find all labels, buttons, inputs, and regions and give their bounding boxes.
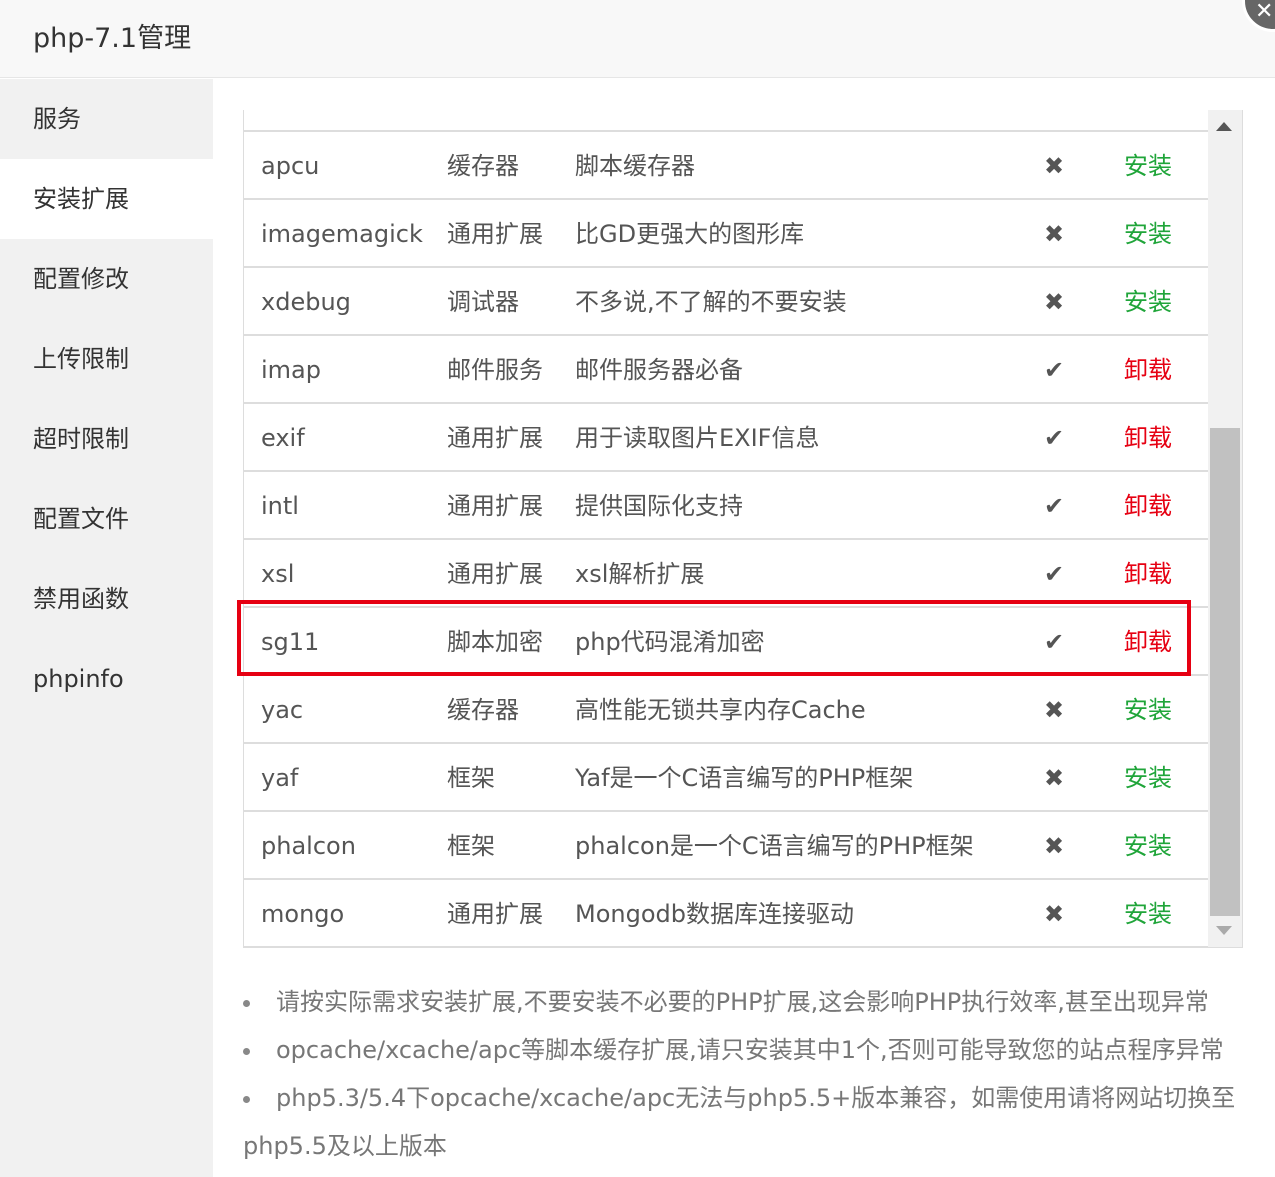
sidebar-item-upload-limit[interactable]: 上传限制	[0, 319, 213, 399]
not-installed-icon: ✖	[1044, 288, 1065, 316]
table-row: yac 缓存器 高性能无锁共享内存Cache ✖ 安装	[244, 676, 1208, 744]
install-button[interactable]: 安装	[1124, 268, 1172, 336]
table-row-highlighted: sg11 脚本加密 php代码混淆加密 ✔ 卸载	[244, 608, 1208, 676]
uninstall-button[interactable]: 卸载	[1124, 404, 1172, 472]
uninstall-button[interactable]: 卸载	[1124, 540, 1172, 608]
sidebar-item-config-file[interactable]: 配置文件	[0, 479, 213, 559]
install-button[interactable]: 安装	[1124, 200, 1172, 268]
not-installed-icon: ✖	[1044, 696, 1065, 724]
ext-name: yaf	[261, 764, 299, 792]
sidebar-item-phpinfo[interactable]: phpinfo	[0, 639, 213, 719]
sidebar-item-disabled-functions[interactable]: 禁用函数	[0, 559, 213, 639]
ext-type: 通用扩展	[447, 900, 543, 928]
ext-type: 框架	[447, 764, 495, 792]
ext-name: xdebug	[261, 288, 351, 316]
ext-type: 通用扩展	[447, 492, 543, 520]
ext-name: phalcon	[261, 832, 356, 860]
table-row: xsl 通用扩展 xsl解析扩展 ✔ 卸载	[244, 540, 1208, 608]
ext-type: 缓存器	[447, 152, 519, 180]
installed-check-icon: ✔	[1044, 628, 1065, 656]
ext-desc: 脚本缓存器	[575, 152, 695, 180]
table-row: imagemagick 通用扩展 比GD更强大的图形库 ✖ 安装	[244, 200, 1208, 268]
window-title: php-7.1管理	[33, 23, 192, 54]
ext-desc: 不多说,不了解的不要安装	[575, 288, 847, 316]
table-row: phalcon 框架 phalcon是一个C语言编写的PHP框架 ✖ 安装	[244, 812, 1208, 880]
ext-type: 缓存器	[447, 696, 519, 724]
table-row: yaf 框架 Yaf是一个C语言编写的PHP框架 ✖ 安装	[244, 744, 1208, 812]
install-button[interactable]: 安装	[1124, 812, 1172, 880]
install-button[interactable]: 安装	[1124, 880, 1172, 947]
not-installed-icon: ✖	[1044, 220, 1065, 248]
ext-type: 邮件服务	[447, 356, 543, 384]
ext-desc: Yaf是一个C语言编写的PHP框架	[575, 764, 914, 792]
ext-name: yac	[261, 696, 304, 724]
ext-desc: phalcon是一个C语言编写的PHP框架	[575, 832, 974, 860]
installed-check-icon: ✔	[1044, 560, 1065, 588]
ext-type: 通用扩展	[447, 560, 543, 588]
notes-list: 请按实际需求安装扩展,不要安装不必要的PHP扩展,这会影响PHP执行效率,甚至出…	[243, 978, 1235, 1170]
table-row: imap 邮件服务 邮件服务器必备 ✔ 卸载	[244, 336, 1208, 404]
not-installed-icon: ✖	[1044, 900, 1065, 928]
table-row: mongo 通用扩展 Mongodb数据库连接驱动 ✖ 安装	[244, 880, 1208, 947]
installed-check-icon: ✔	[1044, 424, 1065, 452]
installed-check-icon: ✔	[1044, 356, 1065, 384]
table-row: intl 通用扩展 提供国际化支持 ✔ 卸载	[244, 472, 1208, 540]
ext-name: intl	[261, 492, 299, 520]
ext-type: 通用扩展	[447, 220, 543, 248]
ext-desc: 邮件服务器必备	[575, 356, 743, 384]
ext-type: 通用扩展	[447, 424, 543, 452]
ext-desc: 比GD更强大的图形库	[575, 220, 805, 248]
not-installed-icon: ✖	[1044, 832, 1065, 860]
ext-name: mongo	[261, 900, 345, 928]
extensions-table: apcu 缓存器 脚本缓存器 ✖ 安装 imagemagick 通用扩展 比GD…	[243, 110, 1243, 948]
ext-name: exif	[261, 424, 305, 452]
sidebar-item-config-edit[interactable]: 配置修改	[0, 239, 213, 319]
ext-desc: xsl解析扩展	[575, 560, 705, 588]
scroll-up-arrow-icon[interactable]	[1216, 122, 1232, 131]
close-icon: ✕	[1255, 0, 1274, 24]
install-button[interactable]: 安装	[1124, 676, 1172, 744]
sidebar-item-install-extensions[interactable]: 安装扩展	[0, 159, 213, 239]
ext-name: apcu	[261, 152, 320, 180]
table-row-partial	[244, 110, 1208, 132]
ext-type: 脚本加密	[447, 628, 543, 656]
ext-name: sg11	[261, 628, 320, 656]
table-row: apcu 缓存器 脚本缓存器 ✖ 安装	[244, 132, 1208, 200]
install-button[interactable]: 安装	[1124, 132, 1172, 200]
ext-desc: php代码混淆加密	[575, 628, 765, 656]
ext-desc: 用于读取图片EXIF信息	[575, 424, 820, 452]
ext-name: imap	[261, 356, 321, 384]
scroll-down-arrow-icon[interactable]	[1216, 926, 1232, 935]
ext-name: xsl	[261, 560, 295, 588]
not-installed-icon: ✖	[1044, 152, 1065, 180]
note-item-continuation: php5.5及以上版本	[243, 1132, 447, 1160]
note-item: php5.3/5.4下opcache/xcache/apc无法与php5.5+版…	[243, 1074, 1235, 1122]
sidebar-item-service[interactable]: 服务	[0, 79, 213, 159]
installed-check-icon: ✔	[1044, 492, 1065, 520]
ext-desc: Mongodb数据库连接驱动	[575, 900, 854, 928]
uninstall-button[interactable]: 卸载	[1124, 472, 1172, 540]
install-button[interactable]: 安装	[1124, 744, 1172, 812]
table-row: exif 通用扩展 用于读取图片EXIF信息 ✔ 卸载	[244, 404, 1208, 472]
ext-desc: 提供国际化支持	[575, 492, 743, 520]
uninstall-button[interactable]: 卸载	[1124, 336, 1172, 404]
ext-name: imagemagick	[261, 220, 423, 248]
ext-type: 框架	[447, 832, 495, 860]
table-scrollbar[interactable]	[1208, 110, 1242, 947]
ext-type: 调试器	[447, 288, 519, 316]
ext-desc: 高性能无锁共享内存Cache	[575, 696, 866, 724]
title-bar: php-7.1管理	[0, 0, 1275, 78]
table-row: xdebug 调试器 不多说,不了解的不要安装 ✖ 安装	[244, 268, 1208, 336]
sidebar: 服务 安装扩展 配置修改 上传限制 超时限制 配置文件 禁用函数 phpinfo	[0, 79, 213, 1177]
scroll-thumb[interactable]	[1210, 428, 1240, 916]
note-item: 请按实际需求安装扩展,不要安装不必要的PHP扩展,这会影响PHP执行效率,甚至出…	[243, 978, 1233, 1026]
not-installed-icon: ✖	[1044, 764, 1065, 792]
uninstall-button[interactable]: 卸载	[1124, 608, 1172, 676]
note-item: opcache/xcache/apc等脚本缓存扩展,请只安装其中1个,否则可能导…	[243, 1026, 1233, 1074]
sidebar-item-timeout-limit[interactable]: 超时限制	[0, 399, 213, 479]
